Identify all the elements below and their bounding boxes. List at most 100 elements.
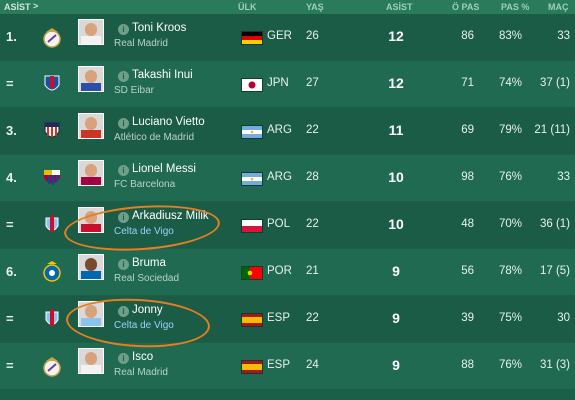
assists-value: 11: [388, 122, 404, 138]
passes-value: 86: [461, 30, 474, 42]
sort-column-title[interactable]: ASİST: [4, 2, 31, 12]
barcelona-badge-icon: [44, 170, 60, 185]
nation-code: GER: [267, 30, 292, 42]
table-row[interactable]: 4. i Lionel Messi FC Barcelona ARG 28 10…: [0, 155, 575, 201]
pass-pct-value: 76%: [498, 171, 522, 183]
apps-value: 30: [557, 312, 570, 324]
poland-flag-icon: [241, 219, 263, 233]
apps-value: 37 (1): [539, 77, 570, 89]
passes-value: 48: [461, 218, 474, 230]
info-icon[interactable]: i: [118, 165, 129, 176]
info-icon[interactable]: i: [118, 24, 129, 35]
player-photo: [78, 254, 104, 280]
player-name[interactable]: Lionel Messi: [132, 163, 196, 175]
nation-code: JPN: [267, 77, 289, 89]
info-icon[interactable]: i: [118, 353, 129, 364]
passes-value: 71: [461, 77, 474, 89]
rank: =: [6, 217, 14, 232]
player-photo: [78, 113, 104, 139]
celta-badge-icon: [45, 309, 59, 326]
apps-value: 21 (11): [534, 124, 570, 136]
col-passes[interactable]: Ö PAS: [452, 2, 479, 12]
player-photo: [78, 66, 104, 92]
apps-value: 33: [557, 171, 570, 183]
germany-flag-icon: [241, 31, 263, 45]
nation-code: POL: [267, 218, 291, 230]
table-header: ASİST > ÜLK YAŞ ASİST Ö PAS PAS % MAÇ: [0, 0, 575, 14]
passes-value: 98: [461, 171, 474, 183]
apps-value: 17 (5): [539, 265, 570, 277]
player-photo: [78, 160, 104, 186]
table-row[interactable]: 3. i Luciano Vietto Atlético de Madrid A…: [0, 108, 575, 154]
club-name[interactable]: Real Madrid: [114, 38, 168, 49]
age-value: 22: [306, 218, 319, 230]
col-age[interactable]: YAŞ: [306, 2, 324, 12]
assists-value: 12: [388, 75, 404, 91]
info-icon[interactable]: i: [118, 259, 129, 270]
chevron-right-icon[interactable]: >: [33, 1, 38, 11]
age-value: 24: [306, 359, 319, 371]
assists-value: 12: [388, 28, 404, 44]
club-name[interactable]: Real Madrid: [114, 367, 168, 378]
club-name[interactable]: Atlético de Madrid: [114, 132, 194, 143]
passes-value: 88: [461, 359, 474, 371]
nation-code: POR: [267, 265, 292, 277]
age-value: 26: [306, 30, 319, 42]
apps-value: 36 (1): [539, 218, 570, 230]
col-assists[interactable]: ASİST: [386, 2, 413, 12]
pass-pct-value: 79%: [498, 124, 522, 136]
apps-value: 31 (3): [539, 359, 570, 371]
nation-code: ESP: [267, 359, 291, 371]
player-name[interactable]: Bruma: [132, 257, 166, 269]
club-name[interactable]: Real Sociedad: [114, 273, 179, 284]
age-value: 22: [306, 312, 319, 324]
nation-code: ESP: [267, 312, 291, 324]
real-sociedad-badge-icon: [43, 261, 61, 282]
assists-value: 10: [388, 216, 404, 232]
eibar-badge-icon: [44, 75, 60, 91]
age-value: 22: [306, 124, 319, 136]
celta-badge-icon: [45, 215, 59, 232]
portugal-flag-icon: [241, 266, 263, 280]
col-nation[interactable]: ÜLK: [238, 2, 257, 12]
rank: 6.: [6, 264, 17, 279]
apps-value: 33: [557, 30, 570, 42]
passes-value: 56: [461, 265, 474, 277]
table-row[interactable]: 6. i Bruma Real Sociedad POR 21 9 56 78%…: [0, 249, 575, 295]
pass-pct-value: 74%: [498, 77, 522, 89]
argentina-flag-icon: [241, 172, 263, 186]
table-row[interactable]: = i Isco Real Madrid ESP 24 9 88 76% 31 …: [0, 343, 575, 389]
assists-value: 9: [392, 357, 400, 373]
info-icon[interactable]: i: [118, 118, 129, 129]
assists-value: 10: [388, 169, 404, 185]
passes-value: 39: [461, 312, 474, 324]
real-madrid-badge-icon: [43, 28, 61, 48]
pass-pct-value: 70%: [498, 218, 522, 230]
player-name[interactable]: Takashi Inui: [132, 69, 193, 81]
col-apps[interactable]: MAÇ: [548, 2, 569, 12]
rank: =: [6, 76, 14, 91]
spain-flag-icon: [241, 313, 263, 327]
argentina-flag-icon: [241, 125, 263, 139]
japan-flag-icon: [241, 78, 263, 92]
assists-value: 9: [392, 310, 400, 326]
player-name[interactable]: Toni Kroos: [132, 22, 186, 34]
nation-code: ARG: [267, 171, 292, 183]
col-pass-pct[interactable]: PAS %: [501, 2, 529, 12]
player-photo: [78, 348, 104, 374]
table-row[interactable]: 1. i Toni Kroos Real Madrid GER 26 12 86…: [0, 14, 575, 60]
player-name[interactable]: Luciano Vietto: [132, 116, 205, 128]
player-name[interactable]: Isco: [132, 351, 153, 363]
pass-pct-value: 83%: [498, 30, 522, 42]
rank: 1.: [6, 29, 17, 44]
age-value: 21: [306, 265, 319, 277]
club-name[interactable]: FC Barcelona: [114, 179, 175, 190]
table-row[interactable]: = i Takashi Inui SD Eibar JPN 27 12 71 7…: [0, 61, 575, 107]
age-value: 27: [306, 77, 319, 89]
info-icon[interactable]: i: [118, 71, 129, 82]
club-name[interactable]: SD Eibar: [114, 85, 154, 96]
assists-value: 9: [392, 263, 400, 279]
rank: 3.: [6, 123, 17, 138]
pass-pct-value: 78%: [498, 265, 522, 277]
nation-code: ARG: [267, 124, 292, 136]
